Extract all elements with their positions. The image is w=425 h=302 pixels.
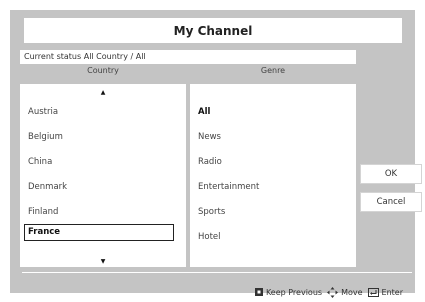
country-column-header: Country xyxy=(87,66,119,75)
footer-divider xyxy=(22,272,412,273)
genre-list[interactable]: All News Radio Entertainment Sports Hote… xyxy=(190,84,356,267)
genre-item-entertainment[interactable]: Entertainment xyxy=(198,179,259,195)
cancel-button[interactable]: Cancel xyxy=(360,192,422,212)
keep-previous-hint: Keep Previous xyxy=(265,287,323,297)
country-item-china[interactable]: China xyxy=(28,154,52,170)
country-item-belgium[interactable]: Belgium xyxy=(28,129,63,145)
genre-item-hotel[interactable]: Hotel xyxy=(198,229,221,245)
genre-item-news[interactable]: News xyxy=(198,129,221,145)
scroll-down-icon[interactable]: ▼ xyxy=(20,258,186,265)
square-key-icon xyxy=(254,288,263,296)
genre-item-all[interactable]: All xyxy=(198,104,210,120)
key-hints-bar: Keep Previous Move Enter xyxy=(254,285,403,299)
genre-item-radio[interactable]: Radio xyxy=(198,154,222,170)
dialog-title: My Channel xyxy=(24,18,402,43)
enter-hint: Enter xyxy=(381,287,403,297)
country-item-austria[interactable]: Austria xyxy=(28,104,58,120)
dpad-arrows-icon xyxy=(327,286,339,298)
country-item-france[interactable]: France xyxy=(24,224,174,241)
genre-column-header: Genre xyxy=(260,66,286,75)
genre-item-sports[interactable]: Sports xyxy=(198,204,225,220)
country-item-denmark[interactable]: Denmark xyxy=(28,179,67,195)
current-status-text: Current status All Country / All xyxy=(20,50,356,64)
ok-button[interactable]: OK xyxy=(360,164,422,184)
my-channel-dialog: My Channel Current status All Country / … xyxy=(10,10,422,298)
enter-key-icon xyxy=(367,287,379,297)
move-hint: Move xyxy=(341,287,363,297)
country-list[interactable]: ▲ Austria Belgium China Denmark Finland … xyxy=(20,84,186,267)
country-item-finland[interactable]: Finland xyxy=(28,204,58,220)
scroll-up-icon[interactable]: ▲ xyxy=(20,89,186,96)
